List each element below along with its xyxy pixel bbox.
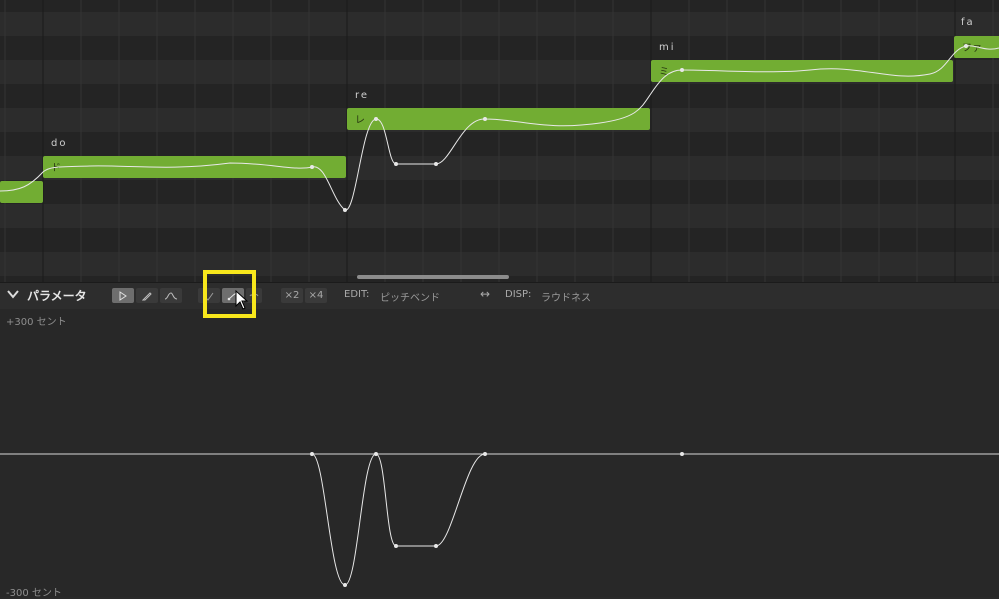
swap-arrows-icon[interactable]: ↔ [480,287,490,301]
note-phoneme-mi: ミ [659,67,669,78]
zoom-x2-button[interactable]: ×2 [281,288,303,303]
pitch-bend-curve [311,453,486,586]
note-phoneme-fa: ファ [962,43,982,54]
smooth-tool-button[interactable] [222,288,244,303]
line-tool-button[interactable] [198,288,220,303]
bend-point[interactable] [374,452,378,456]
horizontal-scrollbar[interactable] [357,275,509,279]
parameter-toolbar: パラメータ ×2 ×4 EDIT: ピッチベンド ↔ DISP: ラウドネス [0,282,999,309]
vibrato-icon [249,293,259,298]
select-tool-button[interactable] [112,288,134,303]
note-lyric-do: do [51,138,68,149]
note-block-mi[interactable]: ミ [651,60,953,82]
bend-point[interactable] [343,583,347,587]
piano-roll[interactable]: do re mi fa ド レ ミ ファ [0,0,999,282]
check-line-icon [204,292,214,301]
note-phoneme-re: レ [355,115,365,126]
arrow-cursor-icon [119,290,127,301]
panel-title: パラメータ [27,289,87,303]
note-block-re[interactable]: レ [347,108,650,130]
bend-point[interactable] [310,452,314,456]
curve-tool-button[interactable] [160,288,182,303]
edit-label: EDIT: [344,289,370,300]
note-lyric-fa: fa [961,17,975,28]
note-block-fa[interactable]: ファ [954,36,999,58]
zoom-x2-label: ×2 [284,290,300,301]
parameter-panel[interactable]: +300 セント -300 セント [0,309,999,599]
bend-point[interactable] [394,544,398,548]
note-block-do[interactable]: ド [43,156,346,178]
pitch-bend-points[interactable] [310,452,684,587]
curve-pen-icon [164,291,178,299]
pen-tool-button[interactable] [136,288,158,303]
note-lyric-mi: mi [659,42,676,53]
edit-parameter-select[interactable]: ピッチベンド [380,289,440,304]
bend-point[interactable] [680,452,684,456]
vibrato-tool-button[interactable] [246,288,262,303]
display-parameter-select[interactable]: ラウドネス [541,289,591,304]
zoom-x4-button[interactable]: ×4 [305,288,327,303]
pitch-bend-graph[interactable] [0,309,999,597]
note-lyric-re: re [355,90,370,101]
smooth-curve-icon [227,291,239,300]
note-block-previous[interactable] [0,181,43,203]
bend-point[interactable] [483,452,487,456]
zoom-x4-label: ×4 [308,290,324,301]
pencil-icon [142,291,152,300]
bend-point[interactable] [434,544,438,548]
disp-label: DISP: [505,289,532,300]
note-phoneme-do: ド [51,163,61,174]
piano-roll-grid [0,0,999,282]
collapse-chevron-icon[interactable] [7,288,21,302]
